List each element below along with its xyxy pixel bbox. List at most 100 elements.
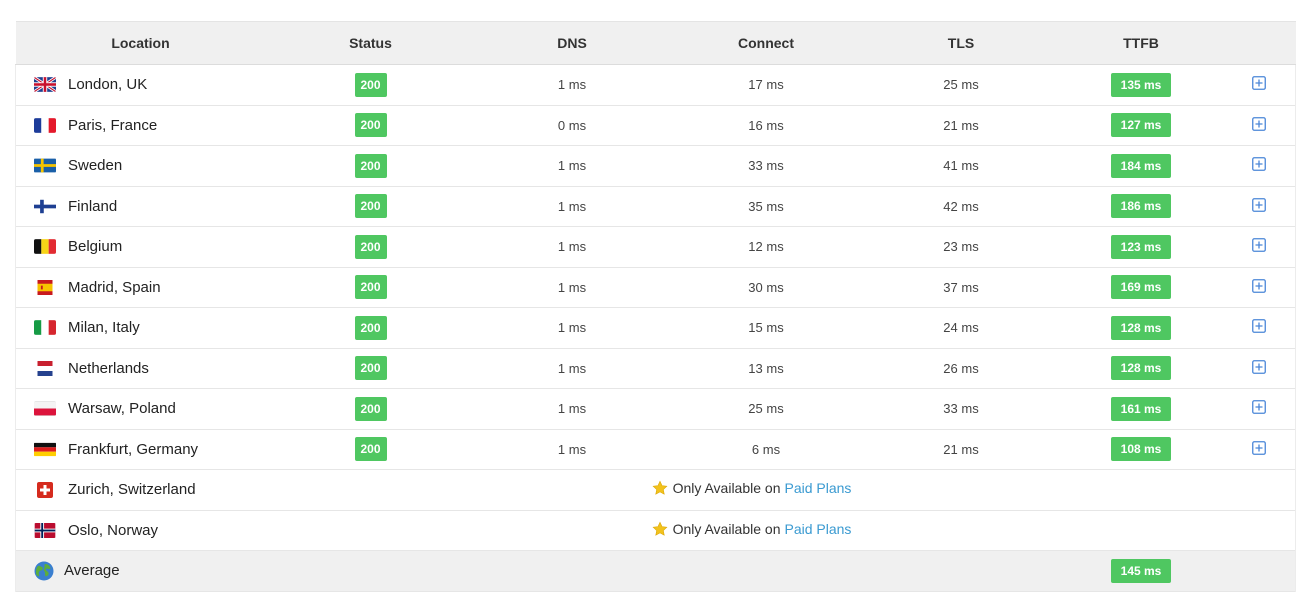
table-row: London, UK 200 1 ms 17 ms 25 ms 135 ms — [15, 64, 1296, 105]
uk-flag-icon — [34, 77, 56, 93]
dns-value: 1 ms — [557, 441, 587, 457]
dns-value: 0 ms — [557, 117, 587, 133]
ttfb-badge: 186 ms — [1111, 194, 1171, 219]
header-dns: DNS — [475, 21, 669, 65]
location-name: Zurich, Switzerland — [68, 481, 196, 499]
results-table: Location Status DNS Connect TLS TTFB Lon… — [15, 21, 1296, 592]
expand-plus-icon[interactable] — [1252, 116, 1267, 131]
status-badge: 200 — [354, 113, 387, 138]
dns-value: 1 ms — [557, 158, 587, 174]
star-icon — [652, 480, 668, 496]
table-row: Madrid, Spain 200 1 ms 30 ms 37 ms 169 m… — [15, 267, 1296, 308]
paid-only-text: Only Available on — [672, 480, 781, 497]
connect-value: 17 ms — [748, 77, 784, 93]
poland-flag-icon — [34, 401, 56, 416]
location-name: Milan, Italy — [68, 319, 140, 337]
status-badge: 200 — [354, 315, 387, 340]
location-name: Paris, France — [68, 116, 158, 134]
france-flag-icon — [34, 117, 56, 133]
header-ttfb: TTFB — [1058, 21, 1224, 65]
connect-value: 6 ms — [751, 441, 781, 457]
table-row: Finland 200 1 ms 35 ms 42 ms 186 ms — [15, 186, 1296, 227]
average-label: Average — [64, 562, 120, 580]
header-tls: TLS — [863, 21, 1059, 65]
spain-flag-icon — [34, 279, 56, 295]
ttfb-badge: 127 ms — [1111, 113, 1171, 138]
table-row: Milan, Italy 200 1 ms 15 ms 24 ms 128 ms — [15, 307, 1296, 348]
status-badge: 200 — [354, 72, 387, 97]
tls-value: 23 ms — [943, 239, 979, 255]
finland-flag-icon — [34, 199, 56, 214]
location-name: London, UK — [68, 76, 148, 94]
expand-plus-icon[interactable] — [1252, 157, 1267, 172]
dns-value: 1 ms — [557, 239, 587, 255]
location-name: Belgium — [68, 238, 123, 256]
ttfb-badge: 161 ms — [1111, 396, 1171, 421]
header-actions — [1223, 21, 1296, 65]
expand-plus-icon[interactable] — [1252, 359, 1267, 374]
dns-value: 1 ms — [557, 401, 587, 417]
table-header-row: Location Status DNS Connect TLS TTFB — [15, 21, 1296, 65]
expand-plus-icon[interactable] — [1252, 278, 1267, 293]
status-badge: 200 — [354, 194, 387, 219]
ttfb-badge: 169 ms — [1111, 275, 1171, 300]
connect-value: 30 ms — [748, 279, 784, 295]
results-table-wrapper: Location Status DNS Connect TLS TTFB Lon… — [15, 21, 1296, 592]
location-name: Oslo, Norway — [68, 521, 159, 539]
header-status: Status — [265, 21, 476, 65]
ttfb-badge: 108 ms — [1111, 437, 1171, 462]
expand-plus-icon[interactable] — [1252, 440, 1267, 455]
dns-value: 1 ms — [557, 279, 587, 295]
paid-only-text: Only Available on — [672, 520, 781, 537]
paid-plans-link[interactable]: Paid Plans — [785, 521, 852, 537]
status-badge: 200 — [354, 437, 387, 462]
location-name: Netherlands — [68, 359, 149, 377]
tls-value: 25 ms — [943, 77, 979, 93]
tls-value: 24 ms — [943, 320, 979, 336]
norway-flag-icon — [34, 522, 56, 538]
expand-plus-icon[interactable] — [1252, 238, 1267, 253]
connect-value: 33 ms — [748, 158, 784, 174]
expand-plus-icon[interactable] — [1252, 319, 1267, 334]
connect-value: 12 ms — [748, 239, 784, 255]
tls-value: 37 ms — [943, 279, 979, 295]
ttfb-badge: 135 ms — [1111, 72, 1171, 97]
sweden-flag-icon — [34, 158, 56, 173]
star-icon — [652, 521, 668, 537]
header-location: Location — [15, 21, 266, 65]
status-badge: 200 — [354, 153, 387, 178]
table-row: Warsaw, Poland 200 1 ms 25 ms 33 ms 161 … — [15, 388, 1296, 429]
expand-plus-icon[interactable] — [1252, 400, 1267, 415]
connect-value: 15 ms — [748, 320, 784, 336]
status-badge: 200 — [354, 275, 387, 300]
switzerland-flag-icon — [37, 481, 53, 498]
dns-value: 1 ms — [557, 77, 587, 93]
tls-value: 42 ms — [943, 198, 979, 214]
table-row: Sweden 200 1 ms 33 ms 41 ms 184 ms — [15, 145, 1296, 186]
tls-value: 41 ms — [943, 158, 979, 174]
ttfb-badge: 128 ms — [1111, 356, 1171, 381]
expand-plus-icon[interactable] — [1252, 197, 1267, 212]
table-row-locked: Oslo, Norway Only Available on Paid Plan… — [15, 510, 1296, 551]
dns-value: 1 ms — [557, 360, 587, 376]
tls-value: 21 ms — [943, 441, 979, 457]
globe-icon — [34, 561, 54, 581]
table-row: Frankfurt, Germany 200 1 ms 6 ms 21 ms 1… — [15, 429, 1296, 470]
ttfb-badge: 128 ms — [1111, 315, 1171, 340]
tls-value: 21 ms — [943, 117, 979, 133]
paid-plans-link[interactable]: Paid Plans — [785, 480, 852, 496]
location-name: Frankfurt, Germany — [68, 440, 199, 458]
header-connect: Connect — [668, 21, 864, 65]
expand-plus-icon[interactable] — [1252, 76, 1267, 91]
connect-value: 13 ms — [748, 360, 784, 376]
location-name: Warsaw, Poland — [68, 400, 176, 418]
table-row: Paris, France 200 0 ms 16 ms 21 ms 127 m… — [15, 105, 1296, 146]
connect-value: 35 ms — [748, 198, 784, 214]
location-name: Finland — [68, 197, 118, 215]
location-name: Madrid, Spain — [68, 278, 161, 296]
paid-only-notice: Only Available on Paid Plans — [652, 480, 852, 497]
tls-value: 26 ms — [943, 360, 979, 376]
dns-value: 1 ms — [557, 198, 587, 214]
average-ttfb-badge: 145 ms — [1111, 558, 1171, 583]
belgium-flag-icon — [34, 239, 56, 255]
